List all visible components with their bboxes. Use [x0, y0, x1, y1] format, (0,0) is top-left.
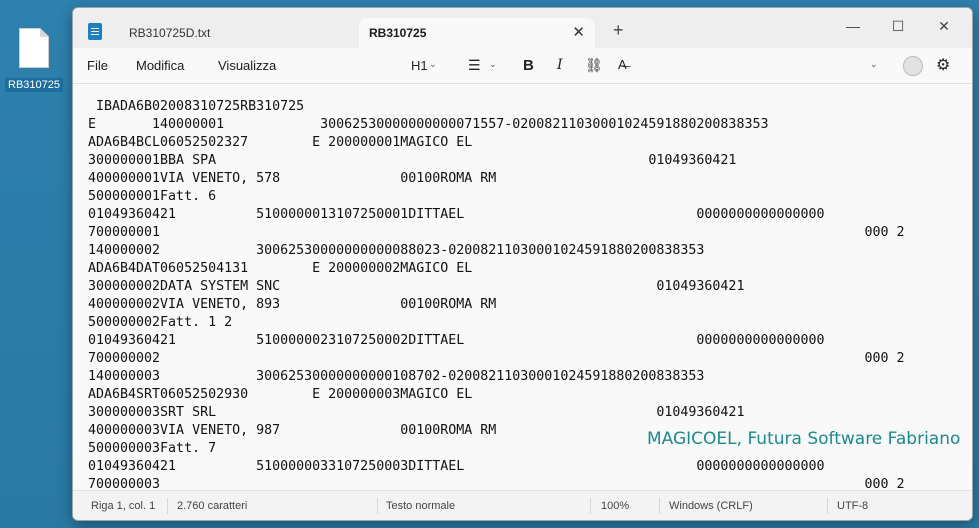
zoom-level[interactable]: 100% [601, 500, 629, 512]
status-bar: Riga 1, col. 1 2.760 caratteri Testo nor… [73, 490, 972, 520]
link-icon[interactable]: ⛓ [585, 57, 603, 74]
cursor-position: Riga 1, col. 1 [91, 500, 156, 512]
text-line: 400000002VIA VENETO, 893 00100ROMA RM [88, 297, 497, 312]
notepad-icon [88, 23, 102, 40]
new-tab-button[interactable]: + [613, 20, 624, 41]
text-line: 01049360421 5100000013107250001DITTAEL 0… [88, 207, 825, 222]
text-line: 700000003 000 2 [88, 477, 905, 490]
text-line: 500000002Fatt. 1 2 [88, 315, 233, 330]
chevron-down-icon[interactable]: ⌄ [870, 59, 878, 70]
text-line: IBADA6B02008310725RB310725 [88, 99, 305, 114]
title-bar: RB310725D.txt RB310725 ✕ + — ☐ ✕ [73, 8, 972, 49]
chevron-down-icon[interactable]: ⌄ [429, 59, 437, 70]
bold-button[interactable]: B [523, 57, 534, 74]
text-editor[interactable]: IBADA6B02008310725RB310725 E 140000001 3… [73, 84, 972, 490]
close-tab-icon[interactable]: ✕ [572, 18, 585, 48]
clear-format-icon[interactable]: A̶ [618, 57, 627, 72]
menu-edit[interactable]: Modifica [136, 58, 184, 73]
minimize-button[interactable]: — [838, 14, 868, 38]
text-line: 400000003VIA VENETO, 987 00100ROMA RM [88, 423, 497, 438]
text-line: 300000003SRT SRL 01049360421 [88, 405, 745, 420]
menu-file[interactable]: File [87, 58, 108, 73]
text-line: ADA6B4DAT06052504131 E 200000002MAGICO E… [88, 261, 473, 276]
italic-button[interactable]: I [557, 57, 563, 73]
text-line: 300000002DATA SYSTEM SNC 01049360421 [88, 279, 745, 294]
text-line: 01049360421 5100000033107250003DITTAEL 0… [88, 459, 825, 474]
heading-dropdown[interactable]: H1 [411, 58, 428, 73]
text-line: E 140000001 30062530000000000071557-0200… [88, 117, 769, 132]
text-line: 400000001VIA VENETO, 578 00100ROMA RM [88, 171, 497, 186]
tab-label: RB310725 [369, 26, 427, 40]
chevron-down-icon[interactable]: ⌄ [489, 59, 497, 70]
menu-view[interactable]: Visualizza [218, 58, 276, 73]
text-line: 01049360421 5100000023107250002DITTAEL 0… [88, 333, 825, 348]
tab-rb310725d[interactable]: RB310725D.txt [115, 18, 355, 49]
text-line: ADA6B4BCL06052502327 E 200000001MAGICO E… [88, 135, 473, 150]
file-icon [19, 28, 49, 68]
tab-rb310725[interactable]: RB310725 ✕ [359, 18, 595, 49]
gear-icon[interactable]: ⚙ [936, 55, 950, 75]
maximize-button[interactable]: ☐ [883, 14, 913, 38]
text-line: 140000002 30062530000000000088023-020082… [88, 243, 705, 258]
notepad-window: RB310725D.txt RB310725 ✕ + — ☐ ✕ File Mo… [72, 7, 973, 521]
text-line: 700000002 000 2 [88, 351, 905, 366]
watermark-text: MAGICOEL, Futura Software Fabriano [647, 429, 961, 449]
close-window-button[interactable]: ✕ [929, 14, 959, 38]
char-count: 2.760 caratteri [177, 500, 248, 512]
text-line: 700000001 000 2 [88, 225, 905, 240]
text-line: 140000003 30062530000000000108702-020082… [88, 369, 705, 384]
desktop-file-icon[interactable]: RB310725 [4, 28, 64, 93]
list-icon[interactable]: ☰ [468, 57, 481, 74]
text-format[interactable]: Testo normale [386, 500, 455, 512]
menu-bar: File Modifica Visualizza H1 ⌄ ☰ ⌄ B I ⛓ … [73, 49, 972, 114]
text-line: 500000001Fatt. 6 [88, 189, 217, 204]
text-line: ADA6B4SRT06052502930 E 200000003MAGICO E… [88, 387, 473, 402]
text-line: 500000003Fatt. 7 [88, 441, 217, 456]
line-ending: Windows (CRLF) [669, 500, 753, 512]
tab-label: RB310725D.txt [129, 26, 211, 40]
text-line: 300000001BBA SPA 01049360421 [88, 153, 737, 168]
desktop-icon-label: RB310725 [5, 78, 63, 92]
account-avatar[interactable] [903, 56, 923, 76]
desktop: RB310725 RB310725D.txt RB310725 ✕ + — ☐ … [0, 0, 979, 528]
encoding: UTF-8 [837, 500, 869, 512]
